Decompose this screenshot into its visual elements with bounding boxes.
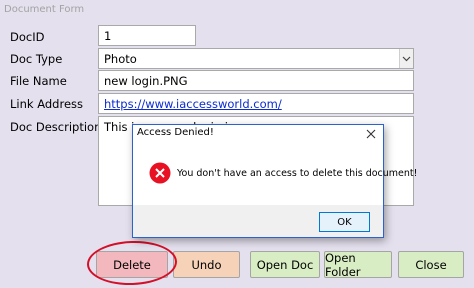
docid-label: DocID (10, 30, 45, 44)
open-folder-button[interactable]: Open Folder (324, 251, 392, 279)
close-icon (366, 129, 376, 139)
chevron-down-icon (402, 56, 411, 61)
dialog-body: You don't have an access to delete this … (133, 143, 417, 205)
doc-type-combobox[interactable]: Photo (98, 48, 414, 69)
dialog-message: You don't have an access to delete this … (177, 168, 418, 179)
link-address-label: Link Address (10, 97, 84, 111)
annotation-circle (86, 239, 178, 287)
dialog-title: Access Denied! (137, 127, 214, 138)
docid-field[interactable]: 1 (98, 25, 196, 46)
access-denied-dialog: Access Denied! You don't have an access … (132, 124, 417, 238)
doc-type-label: Doc Type (10, 52, 63, 66)
file-name-value: new login.PNG (104, 74, 188, 88)
file-name-field[interactable]: new login.PNG (98, 70, 414, 91)
doc-description-label: Doc Description (10, 120, 102, 134)
dialog-titlebar[interactable]: Access Denied! (133, 125, 383, 143)
error-icon (149, 162, 171, 184)
doc-type-value: Photo (104, 52, 137, 66)
dialog-close-button[interactable] (363, 126, 379, 142)
docid-value: 1 (104, 29, 112, 43)
doc-type-dropdown-button[interactable] (399, 49, 413, 68)
ok-button[interactable]: OK (319, 212, 370, 232)
link-address-field[interactable]: https://www.iaccessworld.com/ (98, 93, 414, 114)
open-doc-button[interactable]: Open Doc (250, 251, 320, 278)
close-button[interactable]: Close (398, 251, 464, 278)
undo-button[interactable]: Undo (173, 251, 240, 278)
form-title: Document Form (4, 4, 85, 15)
link-address-hyperlink[interactable]: https://www.iaccessworld.com/ (104, 97, 282, 111)
file-name-label: File Name (10, 74, 67, 88)
dialog-footer: OK (133, 205, 383, 237)
